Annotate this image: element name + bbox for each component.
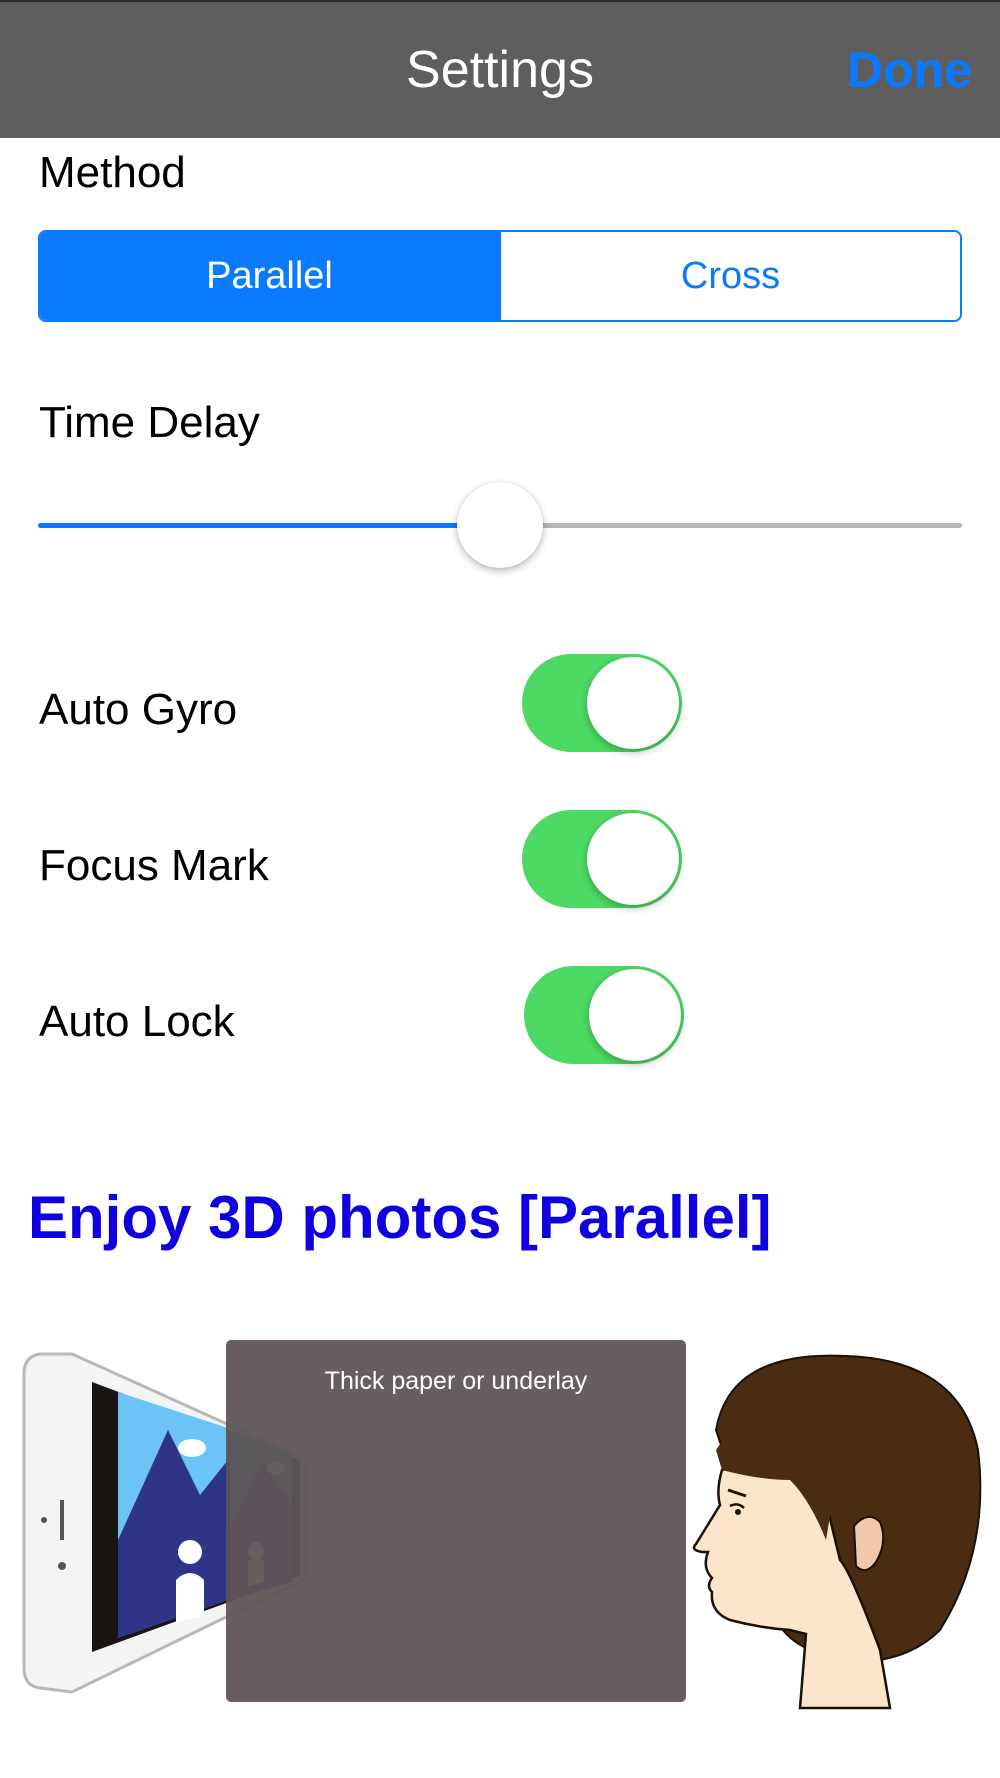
- auto-lock-toggle[interactable]: [524, 966, 684, 1064]
- slider-thumb[interactable]: [457, 482, 543, 568]
- face-illustration: [692, 1354, 982, 1710]
- navigation-bar: Settings Done: [0, 0, 1000, 138]
- method-segmented-control: Parallel Cross: [38, 230, 962, 322]
- auto-lock-label: Auto Lock: [39, 997, 235, 1046]
- parallel-viewing-illustration: Thick paper or underlay: [22, 1340, 982, 1710]
- slider-fill: [38, 523, 500, 528]
- segment-parallel[interactable]: Parallel: [40, 232, 499, 320]
- settings-screen: Settings Done Method Parallel Cross Time…: [0, 0, 1000, 1778]
- segment-cross[interactable]: Cross: [499, 232, 960, 320]
- paper-label: Thick paper or underlay: [325, 1367, 588, 1395]
- toggle-knob: [589, 969, 681, 1061]
- focus-mark-label: Focus Mark: [39, 841, 269, 890]
- done-button[interactable]: Done: [847, 38, 972, 102]
- auto-gyro-label: Auto Gyro: [39, 685, 238, 734]
- time-delay-slider[interactable]: [38, 480, 962, 570]
- toggle-knob: [587, 813, 679, 905]
- time-delay-label: Time Delay: [39, 398, 260, 447]
- focus-mark-toggle[interactable]: [522, 810, 682, 908]
- auto-gyro-toggle[interactable]: [522, 654, 682, 752]
- method-label: Method: [39, 148, 186, 197]
- toggle-knob: [587, 657, 679, 749]
- instructions-heading: Enjoy 3D photos [Parallel]: [28, 1184, 772, 1251]
